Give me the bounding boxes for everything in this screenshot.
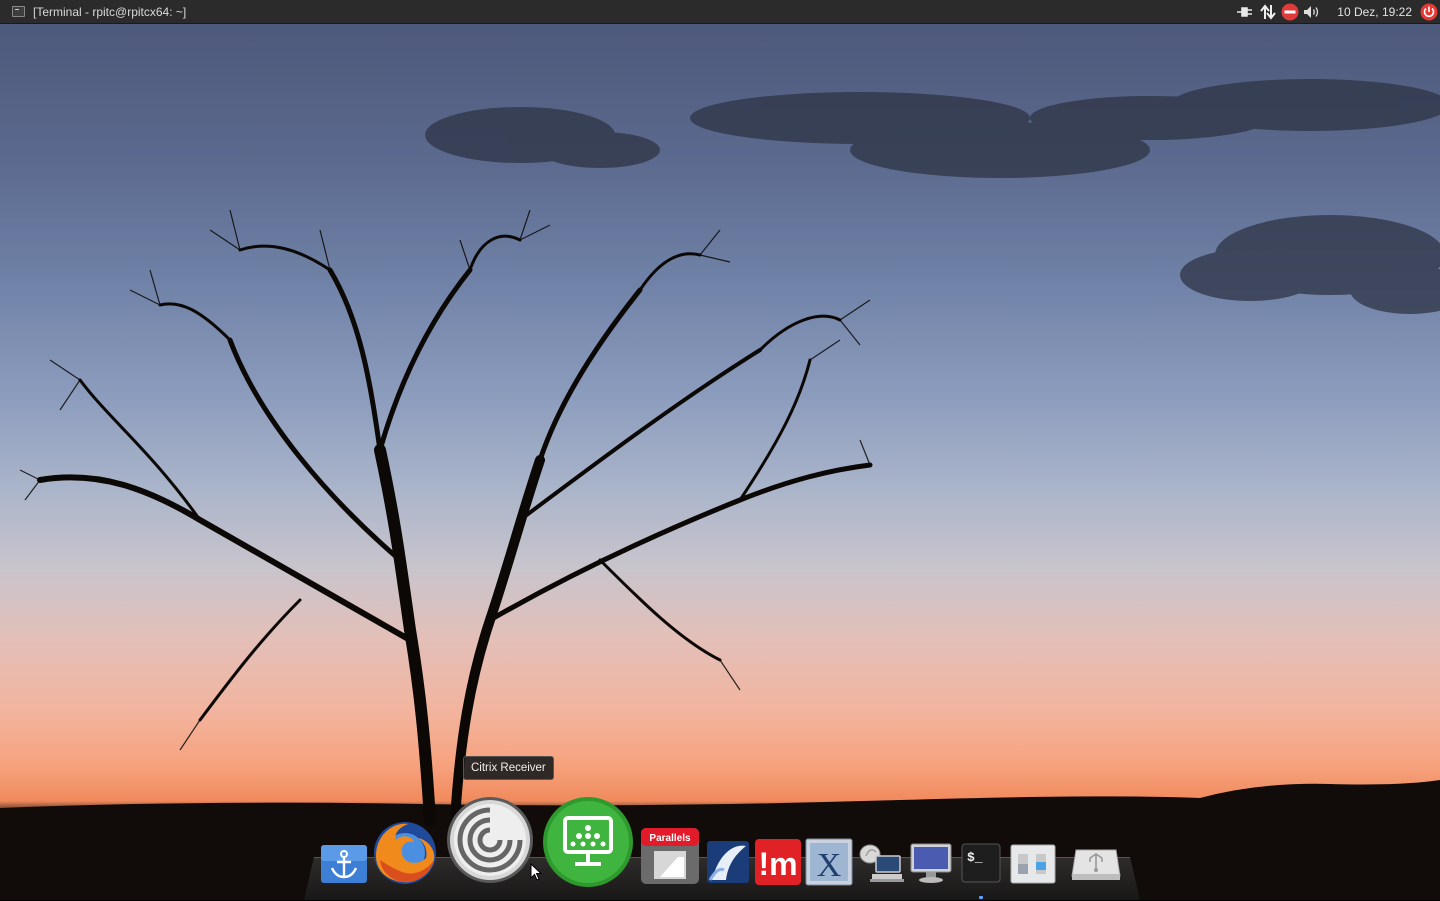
- toggle-settings-icon[interactable]: [1010, 844, 1056, 884]
- power-icon[interactable]: [1418, 0, 1440, 24]
- sunset-tree-scene: [0, 79, 1440, 900]
- parallels-label: Parallels: [649, 833, 691, 844]
- desktop-wallpaper: [0, 0, 1440, 900]
- display-monitor-icon[interactable]: [910, 842, 952, 884]
- dock-tooltip: Citrix Receiver: [463, 756, 554, 780]
- top-panel: [Terminal - rpitc@rpitcx64: ~] 10 Dez, 1…: [0, 0, 1440, 24]
- active-window-title: [Terminal - rpitc@rpitcx64: ~]: [33, 4, 187, 19]
- remote-desktop-icon[interactable]: [541, 796, 635, 888]
- clock[interactable]: 10 Dez, 19:22: [1323, 5, 1418, 19]
- system-tray: 10 Dez, 19:22: [1235, 0, 1440, 24]
- x-window-icon[interactable]: X: [805, 838, 853, 886]
- network-computer-icon[interactable]: [858, 842, 904, 884]
- taskbar-window-button[interactable]: [Terminal - rpitc@rpitcx64: ~]: [0, 0, 186, 24]
- terminal-running-indicator: [979, 896, 983, 899]
- m-client-label: !m: [758, 846, 797, 882]
- usb-drive-icon[interactable]: [1070, 846, 1122, 882]
- m-client-icon[interactable]: !m: [754, 838, 802, 886]
- mouse-cursor: [530, 862, 543, 886]
- anchor-launcher-icon[interactable]: [320, 844, 368, 884]
- volume-icon[interactable]: [1301, 0, 1323, 24]
- terminal-label: $_: [967, 850, 983, 865]
- thinlinc-icon[interactable]: [706, 840, 750, 884]
- network-updown-icon[interactable]: [1257, 0, 1279, 24]
- do-not-disturb-icon[interactable]: [1279, 0, 1301, 24]
- power-plug-icon[interactable]: [1235, 0, 1257, 24]
- x-window-label: X: [817, 847, 842, 884]
- terminal-window-icon: [12, 6, 25, 17]
- parallels-icon[interactable]: Parallels: [640, 827, 700, 885]
- citrix-receiver-icon[interactable]: [444, 796, 536, 884]
- firefox-icon[interactable]: [372, 820, 438, 886]
- terminal-icon[interactable]: $_: [961, 843, 1001, 883]
